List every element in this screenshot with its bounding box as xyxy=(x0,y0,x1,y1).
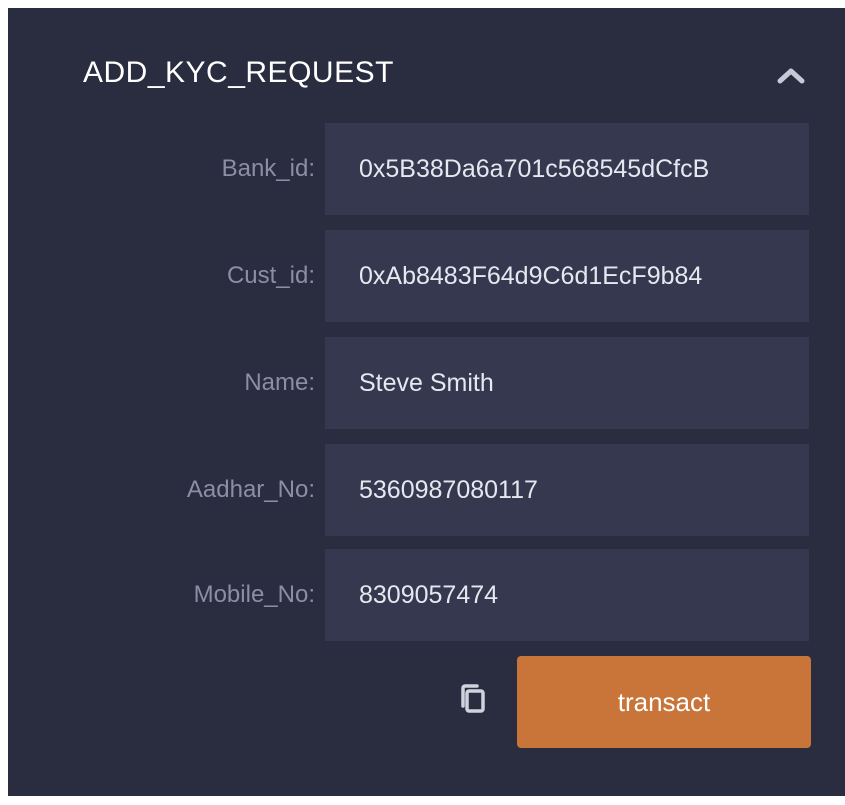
function-panel: ADD_KYC_REQUEST Bank_id: Cust_id: Name: … xyxy=(8,8,845,796)
field-label-cust-id: Cust_id: xyxy=(226,262,315,289)
name-input[interactable] xyxy=(325,337,809,429)
cust-id-input[interactable] xyxy=(325,230,809,322)
field-label-mobile-no: Mobile_No: xyxy=(193,581,315,608)
transact-button[interactable]: transact xyxy=(517,656,811,748)
mobile-no-input[interactable] xyxy=(325,549,809,641)
chevron-up-icon[interactable] xyxy=(775,64,807,86)
copy-icon[interactable] xyxy=(454,680,494,720)
function-title: ADD_KYC_REQUEST xyxy=(83,56,394,89)
field-label-name: Name: xyxy=(244,369,315,396)
field-label-bank-id: Bank_id: xyxy=(221,155,315,182)
field-label-aadhar-no: Aadhar_No: xyxy=(186,476,315,503)
field-row-aadhar-no: Aadhar_No: xyxy=(8,444,845,536)
bank-id-input[interactable] xyxy=(325,123,809,215)
field-row-cust-id: Cust_id: xyxy=(8,230,845,322)
field-row-name: Name: xyxy=(8,337,845,429)
panel-header[interactable]: ADD_KYC_REQUEST xyxy=(8,8,845,130)
field-row-mobile-no: Mobile_No: xyxy=(8,549,845,641)
aadhar-no-input[interactable] xyxy=(325,444,809,536)
field-row-bank-id: Bank_id: xyxy=(8,123,845,215)
